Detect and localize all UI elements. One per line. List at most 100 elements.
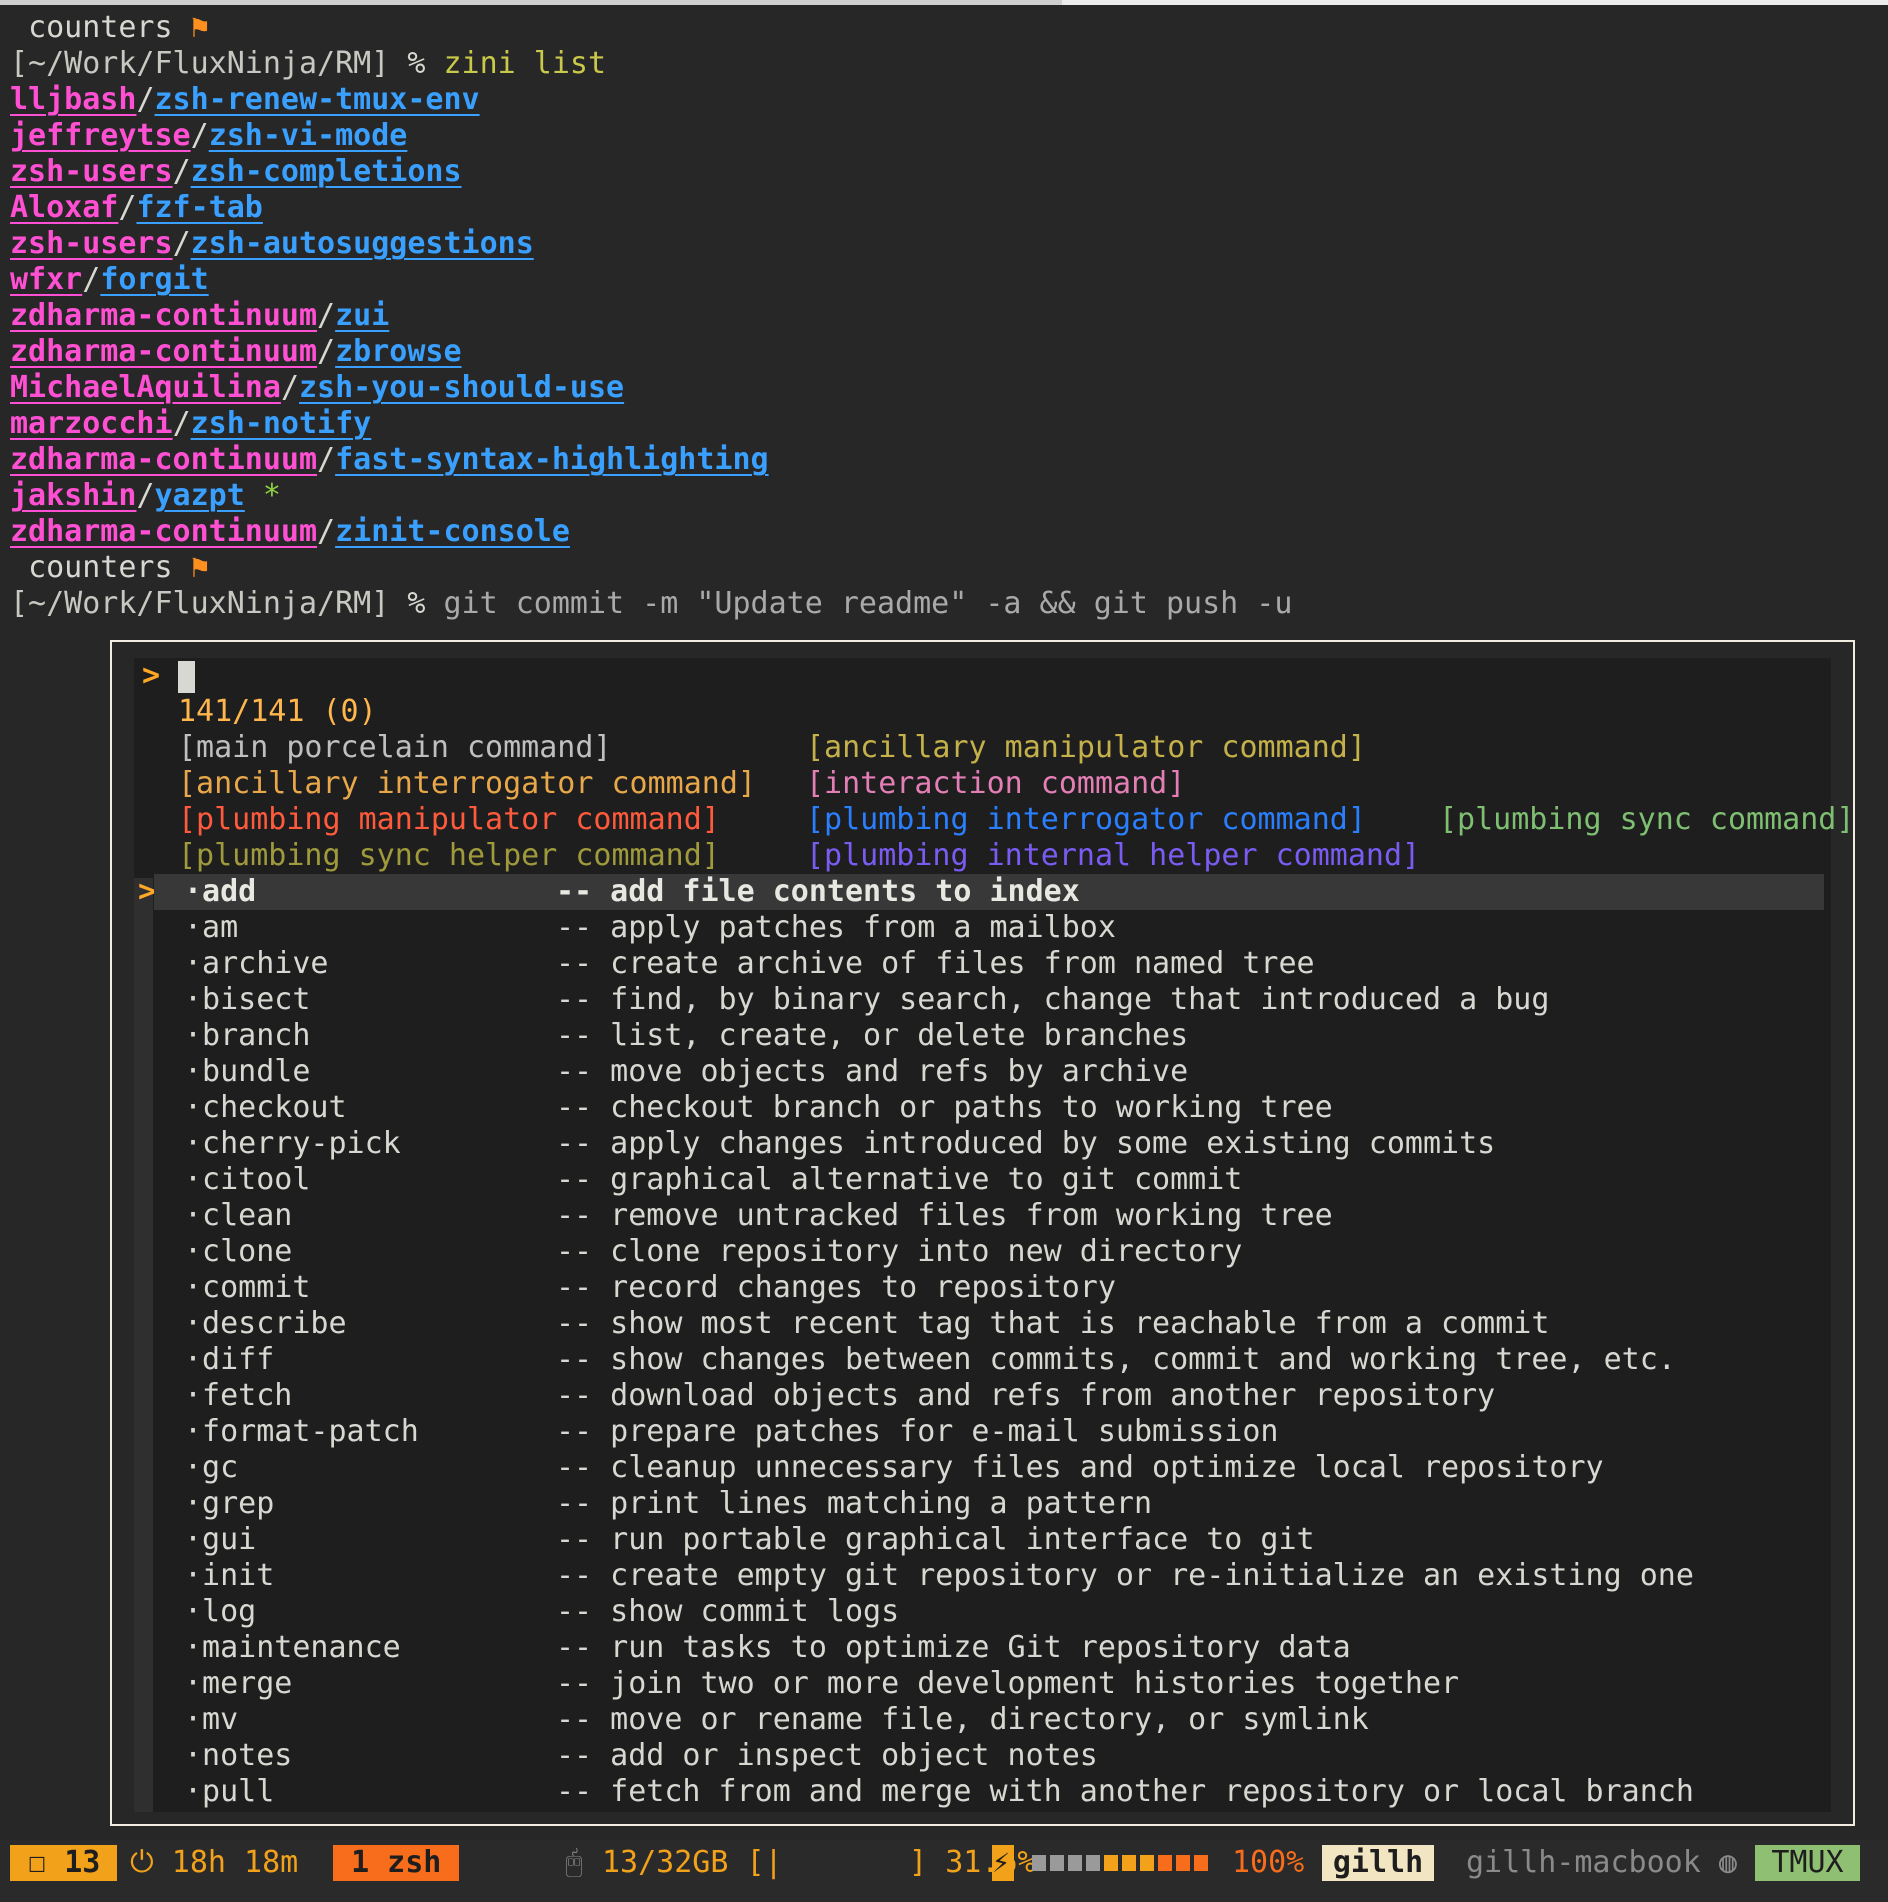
prompt-symbol: % [407, 46, 426, 81]
plugin-repo: zui [335, 298, 390, 333]
command-row[interactable]: ·cherry-pick -- apply changes introduced … [154, 1126, 1824, 1162]
plugin-owner: MichaelAquilina [10, 370, 281, 405]
command-description: -- record changes to repository [556, 1270, 1116, 1305]
group-plumbing-sync-helper: [plumbing sync helper command] [178, 838, 720, 873]
command-description: -- checkout branch or paths to working t… [556, 1090, 1333, 1125]
command-row[interactable]: ·archive -- create archive of files from … [154, 946, 1824, 982]
command-row[interactable]: ·grep -- print lines matching a pattern [154, 1486, 1824, 1522]
uptime: 18h 18m [171, 1845, 299, 1880]
command-row[interactable]: ·am -- apply patches from a mailbox [154, 910, 1824, 946]
command-name: ·gui [184, 1522, 257, 1557]
path-separator: / [136, 478, 155, 513]
terminal-window[interactable]: counters ⚑ [~/Work/FluxNinja/RM] % zini … [0, 0, 1888, 1902]
command-input[interactable]: git commit -m "Update readme" -a && git … [443, 586, 1292, 621]
plugin-repo: fast-syntax-highlighting [335, 442, 769, 477]
command-row[interactable]: ·bundle -- move objects and refs by archi… [154, 1054, 1824, 1090]
command-row[interactable]: ·clone -- clone repository into new direc… [154, 1234, 1824, 1270]
command-description: -- show changes between commits, commit … [556, 1342, 1676, 1377]
command-row[interactable]: ·merge -- join two or more development hi… [154, 1666, 1824, 1702]
command-description: -- add or inspect object notes [556, 1738, 1098, 1773]
completion-list[interactable]: > 141/141 (0) [main porcelain command] [… [134, 658, 1854, 1812]
command-description: -- download objects and refs from anothe… [556, 1378, 1496, 1413]
plugin-owner: zsh-users [10, 226, 173, 261]
command-row[interactable]: ·clean -- remove untracked files from wor… [154, 1198, 1824, 1234]
active-window-tab[interactable]: 1 zsh [333, 1845, 459, 1881]
window-count-segment[interactable]: ☐ 13 [10, 1845, 117, 1881]
memory-segment: 13/32GB [| ] 31.6% [602, 1845, 1036, 1881]
command-name: ·branch [184, 1018, 311, 1053]
memory-usage: 13/32GB [602, 1845, 729, 1880]
command-row[interactable]: ·bisect -- find, by binary search, change… [154, 982, 1824, 1018]
prompt-line-2[interactable]: [~/Work/FluxNinja/RM] % git commit -m "U… [10, 586, 1292, 622]
command-row[interactable]: ·fetch -- download objects and refs from … [154, 1378, 1824, 1414]
command-row[interactable]: ·diff -- show changes between commits, co… [154, 1342, 1824, 1378]
command-name: ·diff [184, 1342, 275, 1377]
command-row[interactable]: ·log -- show commit logs [154, 1594, 1824, 1630]
command-row[interactable]: ·gui -- run portable graphical interface … [154, 1522, 1824, 1558]
path-separator: / [317, 298, 336, 333]
command-row[interactable]: ·format-patch -- prepare patches for e-ma… [154, 1414, 1824, 1450]
command-name: ·mv [184, 1702, 239, 1737]
command-row[interactable]: ·notes -- add or inspect object notes [154, 1738, 1824, 1774]
command-description: -- run tasks to optimize Git repository … [556, 1630, 1351, 1665]
completion-popup[interactable]: > 141/141 (0) [main porcelain command] [… [110, 640, 1855, 1826]
command-description: -- prepare patches for e-mail submission [556, 1414, 1279, 1449]
command-row[interactable]: ·branch -- list, create, or delete branch… [154, 1018, 1824, 1054]
command-description: -- cleanup unnecessary files and optimiz… [556, 1450, 1604, 1485]
command-name: ·grep [184, 1486, 275, 1521]
plugin-repo: zbrowse [335, 334, 462, 369]
plugin-owner: Aloxaf [10, 190, 119, 225]
command-name: ·clean [184, 1198, 293, 1233]
command-row[interactable]: ·mv -- move or rename file, directory, or… [154, 1702, 1824, 1738]
command-name: ·describe [184, 1306, 347, 1341]
command-name: ·am [184, 910, 239, 945]
path-separator: / [172, 226, 191, 261]
command-description: -- find, by binary search, change that i… [556, 982, 1550, 1017]
command-description: -- move objects and refs by archive [556, 1054, 1189, 1089]
command-row-selected[interactable]: ·add -- add file contents to index [154, 874, 1824, 910]
path-separator: / [190, 118, 209, 153]
command-name: ·maintenance [184, 1630, 401, 1665]
plugin-repo: yazpt [154, 478, 245, 513]
command-name: ·fetch [184, 1378, 293, 1413]
plugin-owner: zdharma-continuum [10, 298, 318, 333]
command-row[interactable]: ·commit -- record changes to repository [154, 1270, 1824, 1306]
command-row[interactable]: ·pull -- fetch from and merge with anothe… [154, 1774, 1824, 1810]
command-name: ·add [184, 874, 257, 909]
plugin-entry: lljbash/zsh-renew-tmux-env [10, 82, 480, 118]
prompt-host: counters [28, 550, 173, 585]
plugin-repo: zsh-completions [190, 154, 462, 189]
prompt-symbol: % [407, 586, 426, 621]
command-name: ·format-patch [184, 1414, 419, 1449]
command-row[interactable]: ·describe -- show most recent tag that is… [154, 1306, 1824, 1342]
command-row[interactable]: ·gc -- cleanup unnecessary files and opti… [154, 1450, 1824, 1486]
plugin-owner: zsh-users [10, 154, 173, 189]
command-description: -- fetch from and merge with another rep… [556, 1774, 1694, 1809]
command-row[interactable]: ·maintenance -- run tasks to optimize Git… [154, 1630, 1824, 1666]
command-description: -- list, create, or delete branches [556, 1018, 1189, 1053]
plugin-owner: marzocchi [10, 406, 173, 441]
path-separator: / [317, 514, 336, 549]
battery-percent: 100% [1232, 1845, 1305, 1880]
command-row[interactable]: ·citool -- graphical alternative to git c… [154, 1162, 1824, 1198]
command-name: ·bundle [184, 1054, 311, 1089]
path-separator: / [172, 406, 191, 441]
command-description: -- remove untracked files from working t… [556, 1198, 1333, 1233]
command-description: -- run portable graphical interface to g… [556, 1522, 1315, 1557]
filter-input[interactable]: > [142, 658, 196, 694]
flag-icon: ⚑ [190, 550, 209, 585]
battery-bar [1032, 1845, 1212, 1881]
battery-cell [1104, 1855, 1118, 1871]
plugin-owner: jeffreytse [10, 118, 191, 153]
plugin-owner: zdharma-continuum [10, 334, 318, 369]
command-name: ·merge [184, 1666, 293, 1701]
command-row[interactable]: ·init -- create empty git repository or r… [154, 1558, 1824, 1594]
command-row[interactable]: ·checkout -- checkout branch or paths to … [154, 1090, 1824, 1126]
plugin-repo: zsh-autosuggestions [190, 226, 534, 261]
plugin-repo: zinit-console [335, 514, 570, 549]
plugin-entry: zdharma-continuum/zui [10, 298, 389, 334]
plugin-owner: zdharma-continuum [10, 442, 318, 477]
plugin-repo: zsh-renew-tmux-env [154, 82, 480, 117]
command-name: ·log [184, 1594, 257, 1629]
group-ancillary-interrogator: [ancillary interrogator command] [178, 766, 756, 801]
